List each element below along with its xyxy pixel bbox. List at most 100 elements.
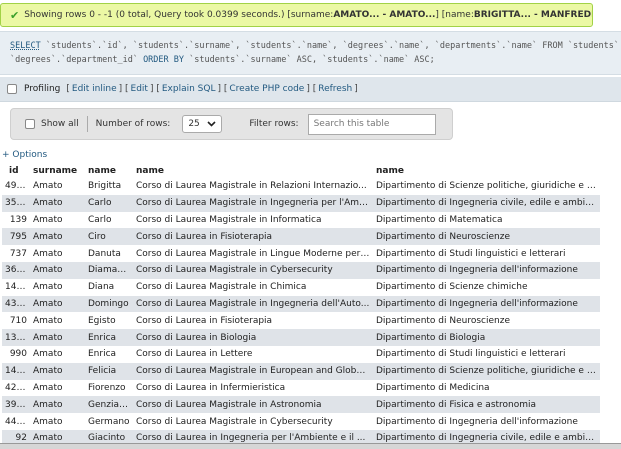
cell-id: 4226 [5, 382, 28, 393]
cell-department-name: Dipartimento di Ingegneria civile, edile… [376, 433, 600, 444]
sql-select-keyword[interactable]: SELECT [10, 41, 41, 51]
cell-degree-name: Corso di Laurea Magistrale in Cybersecur… [136, 265, 333, 276]
options-link[interactable]: + Options [2, 150, 47, 160]
cell-surname: Amato [33, 382, 63, 393]
table-row[interactable]: 4946 Amato Brigitta Corso di Laurea Magistr… [2, 178, 600, 195]
cell-degree-name: Corso di Laurea Magistrale in Chimica [136, 282, 307, 293]
table-row[interactable]: 3512 Amato Carlo Corso di Laurea Magistrale… [2, 194, 600, 212]
navigation-bar: Show all Number of rows: 25 Filter rows: [10, 108, 453, 140]
cell-surname: Amato [33, 248, 63, 259]
table-row[interactable]: 1481 Amato Felicia Corso di Laurea Magistra… [2, 362, 600, 380]
cell-name: Brigitta [88, 181, 122, 192]
table-row[interactable]: 1356 Amato Enrica Corso di Laurea in Biolog… [2, 329, 600, 346]
table-row[interactable]: 4410 Amato Germano Corso di Laurea Magistra… [2, 413, 600, 430]
profiling-label: Profiling [24, 84, 61, 94]
filter-label: Filter rows: [249, 119, 299, 129]
cell-surname: Amato [33, 366, 63, 377]
sql-line2-b: `students`.`surname` ASC, `students`.`na… [184, 55, 435, 65]
column-header-surname[interactable]: surname [30, 166, 85, 176]
column-header-degree-name[interactable]: name [133, 166, 373, 176]
cell-department-name: Dipartimento di Medicina [376, 382, 490, 393]
cell-id: 990 [9, 349, 27, 360]
cell-degree-name: Corso di Laurea Magistrale in Ingegneria… [136, 298, 370, 309]
cell-name: Egisto [88, 315, 116, 326]
message-prefix: Showing rows 0 - -1 (0 total, Query took… [24, 10, 334, 20]
divider [86, 116, 88, 132]
cell-surname: Amato [33, 198, 63, 209]
cell-id: 139 [9, 214, 27, 225]
cell-department-name: Dipartimento di Matematica [376, 214, 503, 225]
cell-degree-name: Corso di Laurea in Fisioterapia [136, 231, 273, 242]
cell-surname: Amato [33, 298, 63, 309]
table-row[interactable]: 990 Amato Enrica Corso di Laurea in Lettere… [2, 345, 600, 363]
cell-department-name: Dipartimento di Scienze politiche, giuri… [376, 366, 600, 377]
cell-department-name: Dipartimento di Fisica e astronomia [376, 399, 537, 410]
profiling-checkbox[interactable] [7, 84, 17, 94]
cell-name: Giacinto [88, 433, 126, 444]
sql-line1-rest: `students`.`id`, `students`.`surname`, `… [45, 41, 619, 51]
cell-name: Germano [88, 416, 130, 427]
cell-surname: Amato [33, 181, 63, 192]
cell-id: 4410 [5, 416, 28, 427]
table-row[interactable]: 4226 Amato Fiorenzo Corso di Laurea in Infe… [2, 379, 600, 397]
cell-department-name: Dipartimento di Studi linguistici e lett… [376, 349, 566, 360]
cell-name: Carlo [88, 214, 112, 225]
table-header: id surname name name name [2, 164, 600, 178]
cell-degree-name: Corso di Laurea Magistrale in Lingue Mod… [136, 248, 373, 259]
cell-surname: Amato [33, 332, 63, 343]
edit-inline-link[interactable]: Edit inline [72, 84, 117, 94]
cell-surname: Amato [33, 433, 63, 444]
table-row[interactable]: 139 Amato Carlo Corso di Laurea Magistrale … [2, 211, 600, 229]
table-row[interactable]: 710 Amato Egisto Corso di Laurea in Fisiote… [2, 312, 600, 330]
rows-select[interactable]: 25 [182, 115, 223, 133]
console-bar[interactable] [0, 443, 621, 449]
cell-degree-name: Corso di Laurea Magistrale in Relazioni … [136, 181, 367, 192]
cell-degree-name: Corso di Laurea Magistrale in Cybersecur… [136, 416, 333, 427]
cell-degree-name: Corso di Laurea in Ingegneria per l'Ambi… [136, 433, 366, 444]
show-all-checkbox[interactable] [25, 119, 35, 129]
table-row[interactable]: 3657 Amato Diamante Corso di Laurea Magistr… [2, 261, 600, 279]
cell-degree-name: Corso di Laurea in Lettere [136, 349, 253, 360]
column-header-id[interactable]: id [2, 166, 30, 176]
cell-name: Felicia [88, 366, 117, 377]
cell-degree-name: Corso di Laurea Magistrale in Informatic… [136, 214, 322, 225]
explain-sql-link[interactable]: Explain SQL [162, 84, 216, 94]
cell-name: Enrica [88, 332, 117, 343]
cell-surname: Amato [33, 349, 63, 360]
table-row[interactable]: 1450 Amato Diana Corso di Laurea Magistrale… [2, 278, 600, 296]
cell-id: 795 [9, 231, 27, 242]
cell-name: Danuta [88, 248, 121, 259]
column-header-department-name[interactable]: name [373, 166, 600, 176]
refresh-link[interactable]: Refresh [318, 84, 352, 94]
cell-degree-name: Corso di Laurea Magistrale in European a… [136, 366, 373, 377]
cell-department-name: Dipartimento di Ingegneria civile, edile… [376, 198, 600, 209]
cell-id: 4349 [5, 298, 28, 309]
cell-degree-name: Corso di Laurea in Infermieristica [136, 382, 286, 393]
cell-department-name: Dipartimento di Ingegneria dell'informaz… [376, 416, 578, 427]
sql-line2-a: `degrees`.`department_id` [10, 55, 144, 65]
create-php-link[interactable]: Create PHP code [229, 84, 304, 94]
cell-department-name: Dipartimento di Scienze chimiche [376, 282, 528, 293]
sql-query-box[interactable]: SELECT `students`.`id`, `students`.`surn… [0, 31, 621, 75]
table-row[interactable]: 4349 Amato Domingo Corso di Laurea Magistra… [2, 295, 600, 313]
edit-link[interactable]: Edit [131, 84, 148, 94]
table-row[interactable]: 795 Amato Ciro Corso di Laurea in Fisiotera… [2, 228, 600, 246]
cell-surname: Amato [33, 231, 63, 242]
table-row[interactable]: 3969 Amato Genziana Corso di Laurea Magistr… [2, 396, 600, 414]
filter-input[interactable] [307, 113, 436, 135]
rows-select-value: 25 [188, 119, 200, 129]
cell-id: 1450 [5, 282, 28, 293]
sql-line-2: `degrees`.`department_id` ORDER BY `stud… [10, 53, 621, 67]
column-header-name[interactable]: name [85, 166, 133, 176]
query-toolbar: Profiling [Edit inline] [Edit] [Explain … [0, 77, 621, 102]
cell-degree-name: Corso di Laurea Magistrale in Ingegneria… [136, 198, 373, 209]
results-table: id surname name name name 4946 Amato Brigi… [2, 164, 600, 447]
cell-id: 3969 [5, 399, 28, 410]
cell-department-name: Dipartimento di Biologia [376, 332, 486, 343]
cell-id: 1481 [5, 366, 28, 377]
table-body: 4946 Amato Brigitta Corso di Laurea Magistr… [2, 178, 600, 447]
cell-surname: Amato [33, 416, 63, 427]
cell-id: 710 [9, 315, 27, 326]
message-mid: ] [name: [435, 10, 474, 20]
table-row[interactable]: 737 Amato Danuta Corso di Laurea Magistrale… [2, 245, 600, 262]
